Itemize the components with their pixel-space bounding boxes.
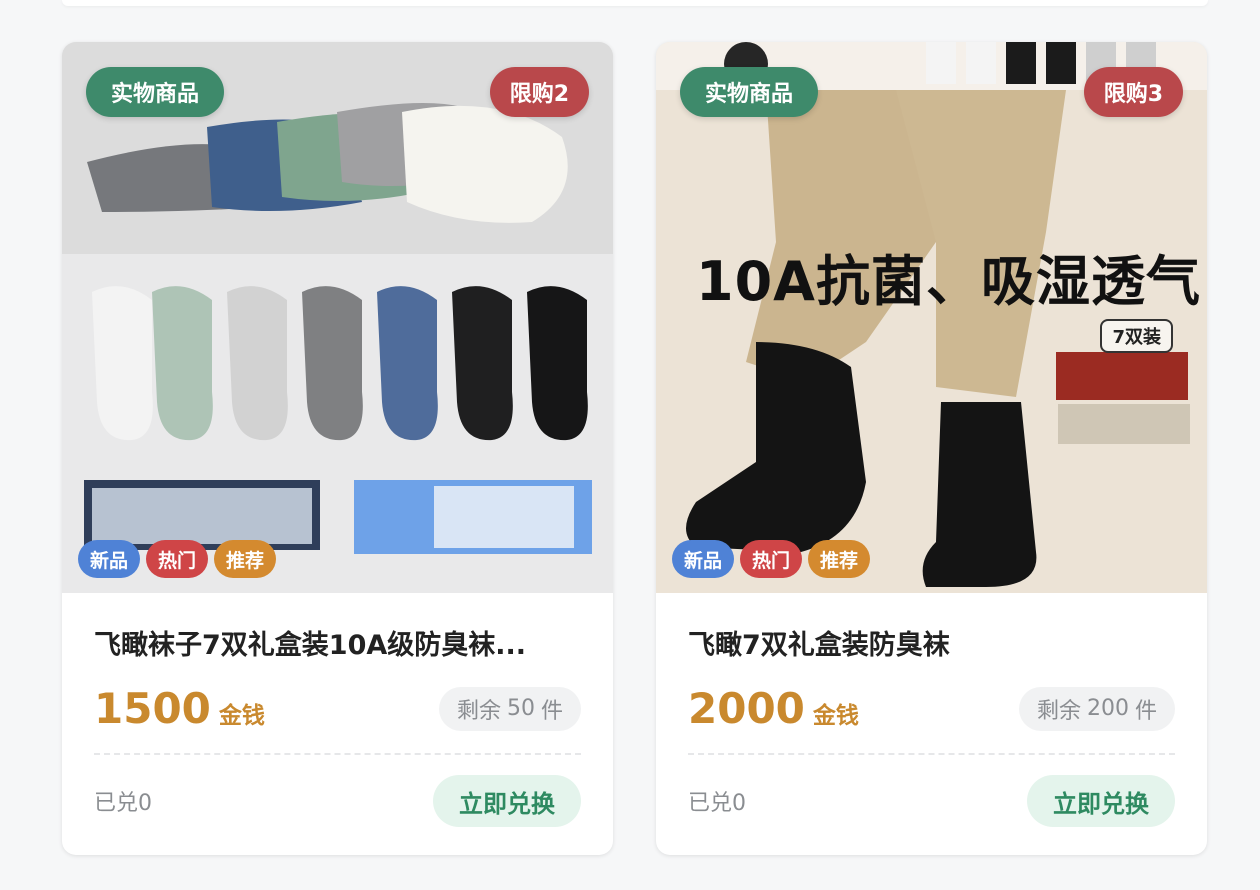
recommended-chip: 推荐	[214, 540, 277, 578]
product-image[interactable]: 10A抗菌、吸湿透气 7双装 实物商品 限购3 新品 热门 推荐	[656, 42, 1207, 593]
stock-badge: 剩余 50 件	[438, 686, 581, 731]
physical-goods-tag: 实物商品	[680, 67, 819, 117]
price-unit: 金钱	[812, 703, 859, 729]
hot-chip: 热门	[146, 540, 209, 578]
bottom-row: 已兑0 立即兑换	[688, 775, 1175, 827]
physical-goods-tag: 实物商品	[86, 67, 225, 117]
stock-prefix: 剩余	[1036, 698, 1081, 724]
previous-card-edge	[62, 0, 1208, 6]
stock-count: 200	[1086, 696, 1129, 721]
redeemed-count: 已兑0	[94, 791, 152, 816]
hot-chip: 热门	[740, 540, 803, 578]
purchase-limit-badge: 限购3	[1083, 67, 1183, 117]
stock-prefix: 剩余	[456, 698, 501, 724]
price: 2000 金钱	[688, 684, 859, 733]
new-chip: 新品	[78, 540, 141, 578]
product-image[interactable]: 实物商品 限购2 新品 热门 推荐	[62, 42, 613, 593]
price-row: 1500 金钱 剩余 50 件	[94, 684, 581, 733]
pack-label: 7双装	[1100, 319, 1173, 353]
product-title[interactable]: 飞瞰袜子7双礼盒装10A级防臭袜...	[94, 623, 581, 662]
stock-count: 50	[506, 696, 535, 721]
product-card[interactable]: 实物商品 限购2 新品 热门 推荐 飞瞰袜子7双礼盒装10A级防臭袜... 15…	[62, 42, 613, 855]
price-value: 1500	[94, 684, 211, 733]
chip-group: 新品 热门 推荐	[78, 540, 277, 578]
divider	[94, 753, 581, 755]
product-info: 飞瞰7双礼盒装防臭袜 2000 金钱 剩余 200 件 已兑0 立即兑换	[656, 623, 1207, 827]
new-chip: 新品	[672, 540, 735, 578]
socks-photo	[656, 42, 1207, 593]
stock-badge: 剩余 200 件	[1018, 686, 1175, 731]
image-headline: 10A抗菌、吸湿透气	[696, 250, 1201, 313]
price-value: 2000	[688, 684, 805, 733]
redeem-button[interactable]: 立即兑换	[433, 775, 581, 827]
chip-group: 新品 热门 推荐	[672, 540, 871, 578]
product-title[interactable]: 飞瞰7双礼盒装防臭袜	[688, 623, 1175, 662]
recommended-chip: 推荐	[808, 540, 871, 578]
redeemed-count: 已兑0	[688, 791, 746, 816]
product-info: 飞瞰袜子7双礼盒装10A级防臭袜... 1500 金钱 剩余 50 件 已兑0 …	[62, 623, 613, 827]
divider	[688, 753, 1175, 755]
price: 1500 金钱	[94, 684, 265, 733]
product-card[interactable]: 10A抗菌、吸湿透气 7双装 实物商品 限购3 新品 热门 推荐 飞瞰7双礼盒装…	[656, 42, 1207, 855]
purchase-limit-badge: 限购2	[489, 67, 589, 117]
stock-unit: 件	[540, 698, 563, 724]
price-row: 2000 金钱 剩余 200 件	[688, 684, 1175, 733]
product-grid: 实物商品 限购2 新品 热门 推荐 飞瞰袜子7双礼盒装10A级防臭袜... 15…	[62, 42, 1207, 855]
redeem-button[interactable]: 立即兑换	[1027, 775, 1175, 827]
stock-unit: 件	[1134, 698, 1157, 724]
bottom-row: 已兑0 立即兑换	[94, 775, 581, 827]
socks-photo	[62, 42, 613, 593]
price-unit: 金钱	[218, 703, 265, 729]
